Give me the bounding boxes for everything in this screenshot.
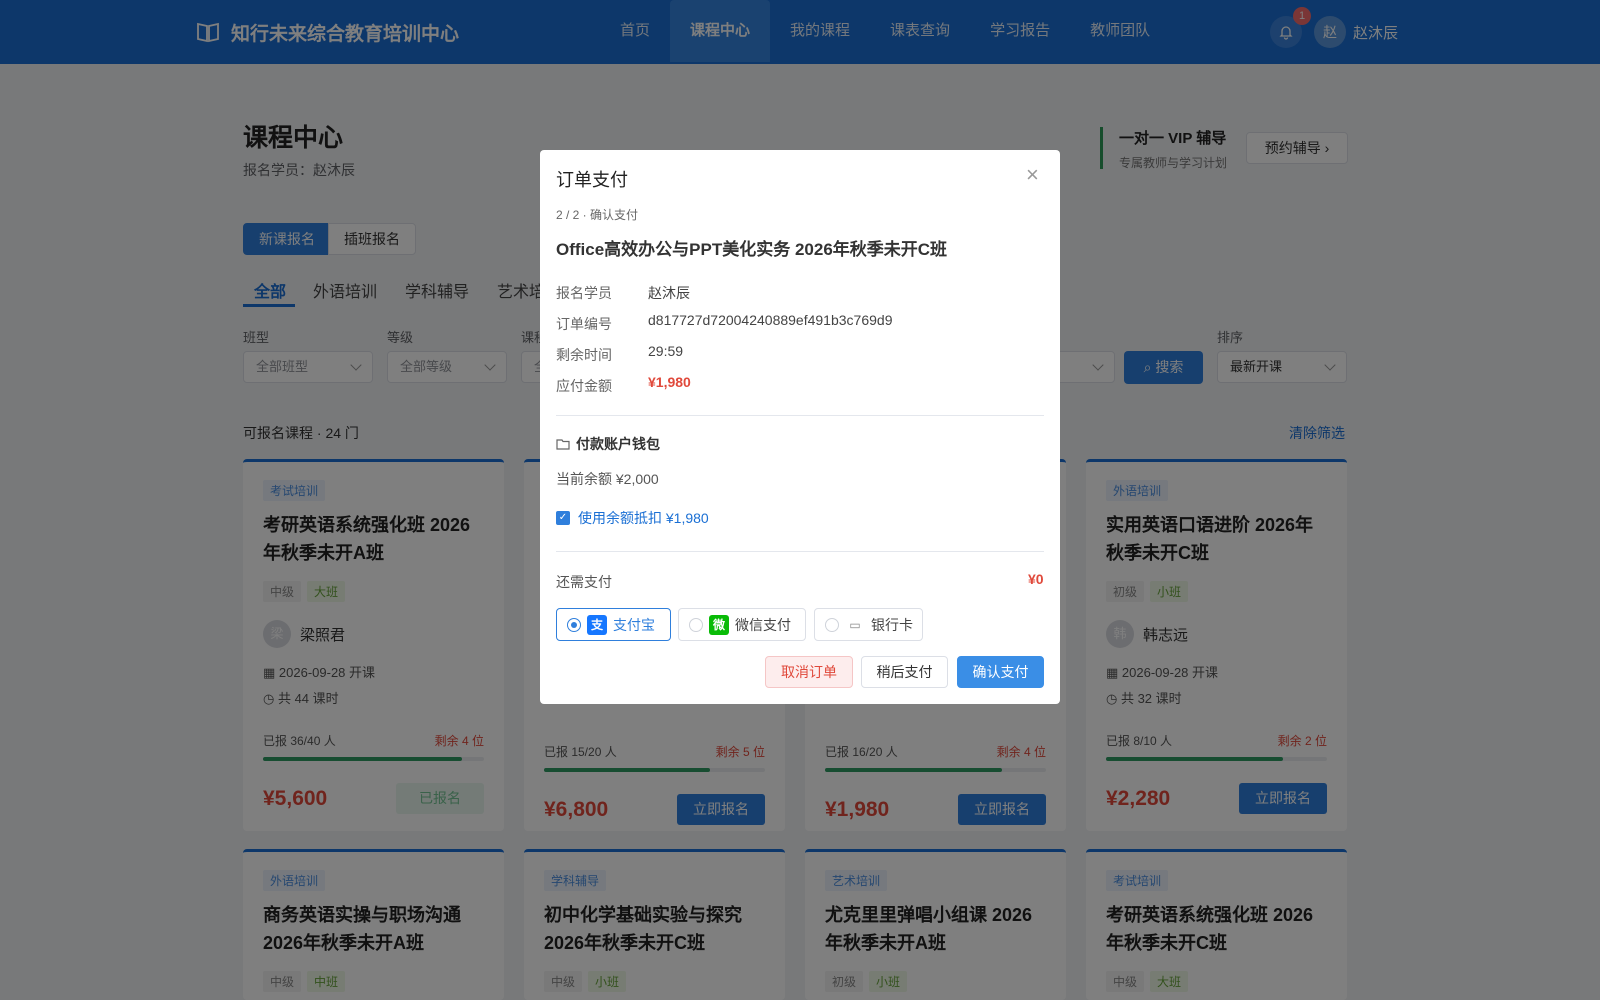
bank-card-label: 银行卡 [871, 616, 913, 633]
student-label: 报名学员 [556, 285, 612, 301]
use-balance-label[interactable]: 使用余额抵扣 ¥1,980 [578, 508, 709, 528]
pay-method-wechat[interactable]: 微 微信支付 [678, 608, 806, 641]
remaining-payment-value: ¥0 [1028, 571, 1044, 587]
payment-dialog: 订单支付 × 2 / 2 · 确认支付 Office高效办公与PPT美化实务 2… [540, 150, 1060, 704]
checkbox-checked-icon[interactable]: ✓ [556, 511, 570, 525]
wallet-icon [556, 439, 570, 450]
order-course-title: Office高效办公与PPT美化实务 2026年秋季未开C班 [556, 240, 948, 259]
bank-card-icon: ▭ [845, 614, 865, 635]
wallet-title: 付款账户钱包 [576, 436, 660, 452]
confirm-payment-button[interactable]: 确认支付 [957, 656, 1044, 688]
wallet-balance: 当前余额 ¥2,000 [556, 471, 659, 487]
alipay-label: 支付宝 [613, 616, 655, 633]
pay-method-alipay[interactable]: 支 支付宝 [556, 608, 671, 641]
alipay-icon: 支 [587, 614, 607, 635]
time-left-label: 剩余时间 [556, 347, 612, 363]
radio-unselected[interactable] [825, 617, 839, 632]
radio-unselected[interactable] [689, 617, 703, 632]
remaining-payment-label: 还需支付 [556, 574, 612, 590]
student-value: 赵沐辰 [648, 285, 690, 301]
pay-method-bank-card[interactable]: ▭ 银行卡 [814, 608, 923, 641]
amount-due-label: 应付金额 [556, 378, 612, 394]
close-icon[interactable]: × [1026, 162, 1039, 188]
use-balance-checkbox[interactable]: ✓ 使用余额抵扣 ¥1,980 [556, 508, 709, 528]
divider [556, 551, 1044, 552]
order-number-label: 订单编号 [556, 316, 612, 332]
divider [556, 415, 1044, 416]
radio-selected[interactable] [567, 617, 581, 632]
amount-due-value: ¥1,980 [648, 374, 691, 390]
time-left-value: 29:59 [648, 343, 684, 359]
dialog-title: 订单支付 [556, 170, 628, 190]
order-number-value: d817727d72004240889ef491b3c769d9 [648, 312, 893, 328]
pay-later-button[interactable]: 稍后支付 [861, 656, 948, 688]
wechat-icon: 微 [709, 614, 729, 635]
step-indicator: 2 / 2 · 确认支付 [556, 208, 639, 222]
wallet-section-title: 付款账户钱包 [556, 434, 660, 454]
cancel-order-button[interactable]: 取消订单 [765, 656, 853, 688]
wechat-label: 微信支付 [735, 616, 791, 633]
